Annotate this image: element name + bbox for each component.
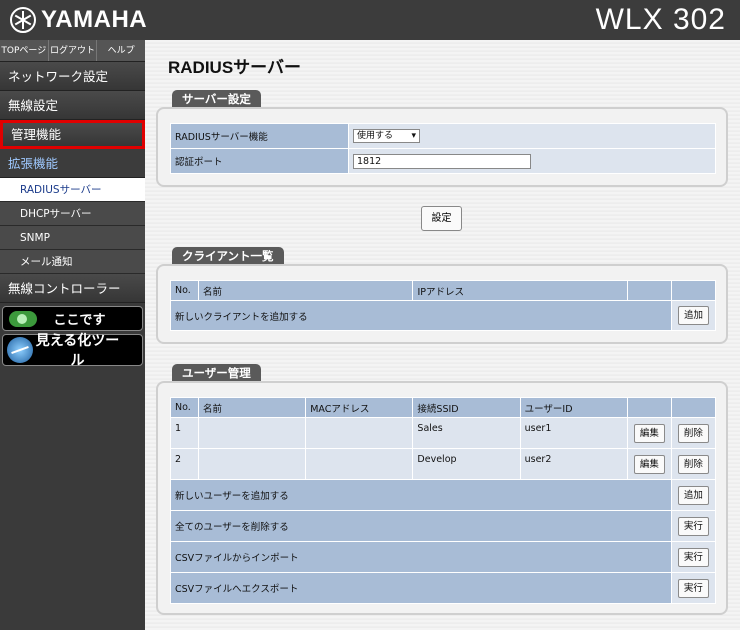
logout-link[interactable]: ログアウト <box>49 40 98 61</box>
table-row: 1 Sales user1 編集 削除 <box>169 417 717 449</box>
visualize-tool-button[interactable]: 見える化ツール <box>2 333 143 369</box>
user-col-no: No. <box>169 397 200 418</box>
delete-button[interactable]: 削除 <box>677 454 709 474</box>
page-title: RADIUSサーバー <box>168 58 301 77</box>
sidebar-item-extensions[interactable]: 拡張機能 <box>0 149 145 178</box>
client-col-no: No. <box>169 280 200 301</box>
here-button-label: ここです <box>53 313 106 328</box>
csv-export-label: CSVファイルへエクスポート <box>170 572 672 604</box>
app-header: YAMAHA WLX 302 <box>0 0 740 40</box>
delete-all-users-label: 全てのユーザーを削除する <box>170 510 672 542</box>
edit-button[interactable]: 編集 <box>633 454 665 474</box>
edit-button[interactable]: 編集 <box>633 423 665 443</box>
top-page-link[interactable]: TOPページ <box>0 40 49 61</box>
help-link[interactable]: ヘルプ <box>97 40 145 61</box>
main-content: RADIUSサーバー サーバー設定 RADIUSサーバー機能 使用する 認証ポー… <box>145 40 740 630</box>
client-col-name: 名前 <box>198 280 414 301</box>
sidebar-item-wireless-controller[interactable]: 無線コントローラー <box>0 274 145 303</box>
auth-port-label: 認証ポート <box>170 148 349 174</box>
client-list-panel: No. 名前 IPアドレス 新しいクライアントを追加する 追加 <box>156 264 728 344</box>
radius-function-label: RADIUSサーバー機能 <box>170 123 349 149</box>
csv-export-button[interactable]: 実行 <box>677 578 709 598</box>
sidebar-item-wireless-settings[interactable]: 無線設定 <box>0 91 145 120</box>
table-row: 2 Develop user2 編集 削除 <box>169 448 717 480</box>
sidebar-subitem-radius-server[interactable]: RADIUSサーバー <box>0 178 145 202</box>
add-user-button[interactable]: 追加 <box>677 485 709 505</box>
user-col-name: 名前 <box>198 397 307 418</box>
model-name: WLX 302 <box>595 3 726 36</box>
delete-all-users-button[interactable]: 実行 <box>677 516 709 536</box>
add-client-label: 新しいクライアントを追加する <box>170 300 672 331</box>
user-col-ssid: 接続SSID <box>412 397 521 418</box>
top-links: TOPページ ログアウト ヘルプ <box>0 40 145 62</box>
user-col-mac: MACアドレス <box>305 397 414 418</box>
brand-name: YAMAHA <box>41 6 148 33</box>
client-list-tab: クライアント一覧 <box>172 247 284 265</box>
user-col-userid: ユーザーID <box>519 397 628 418</box>
sidebar-subitem-snmp[interactable]: SNMP <box>0 226 145 250</box>
server-settings-panel: RADIUSサーバー機能 使用する 認証ポート 1812 <box>156 107 728 187</box>
csv-import-button[interactable]: 実行 <box>677 547 709 567</box>
add-user-label: 新しいユーザーを追加する <box>170 479 672 511</box>
sidebar-item-network-settings[interactable]: ネットワーク設定 <box>0 62 145 91</box>
set-button[interactable]: 設定 <box>421 206 462 231</box>
server-settings-tab: サーバー設定 <box>172 90 261 108</box>
tuning-fork-logo-icon <box>10 7 36 33</box>
csv-import-label: CSVファイルからインポート <box>170 541 672 573</box>
sidebar-subitem-mail-notification[interactable]: メール通知 <box>0 250 145 274</box>
sidebar: TOPページ ログアウト ヘルプ ネットワーク設定 無線設定 管理機能 拡張機能… <box>0 40 145 630</box>
sidebar-item-management[interactable]: 管理機能 <box>0 120 145 149</box>
sidebar-subitem-dhcp-server[interactable]: DHCPサーバー <box>0 202 145 226</box>
locator-icon <box>9 310 37 327</box>
here-button[interactable]: ここです <box>2 306 143 331</box>
auth-port-input[interactable]: 1812 <box>353 153 531 169</box>
client-col-ip: IPアドレス <box>412 280 628 301</box>
visualize-tool-label: 見える化ツール <box>35 333 120 369</box>
user-management-tab: ユーザー管理 <box>172 364 261 382</box>
radius-function-select[interactable]: 使用する <box>353 129 420 143</box>
yamaha-logo: YAMAHA <box>10 5 147 35</box>
delete-button[interactable]: 削除 <box>677 423 709 443</box>
user-management-panel: No. 名前 MACアドレス 接続SSID ユーザーID 1 Sales use… <box>156 381 728 615</box>
visualize-tool-icon <box>7 337 33 363</box>
add-client-button[interactable]: 追加 <box>677 306 709 325</box>
